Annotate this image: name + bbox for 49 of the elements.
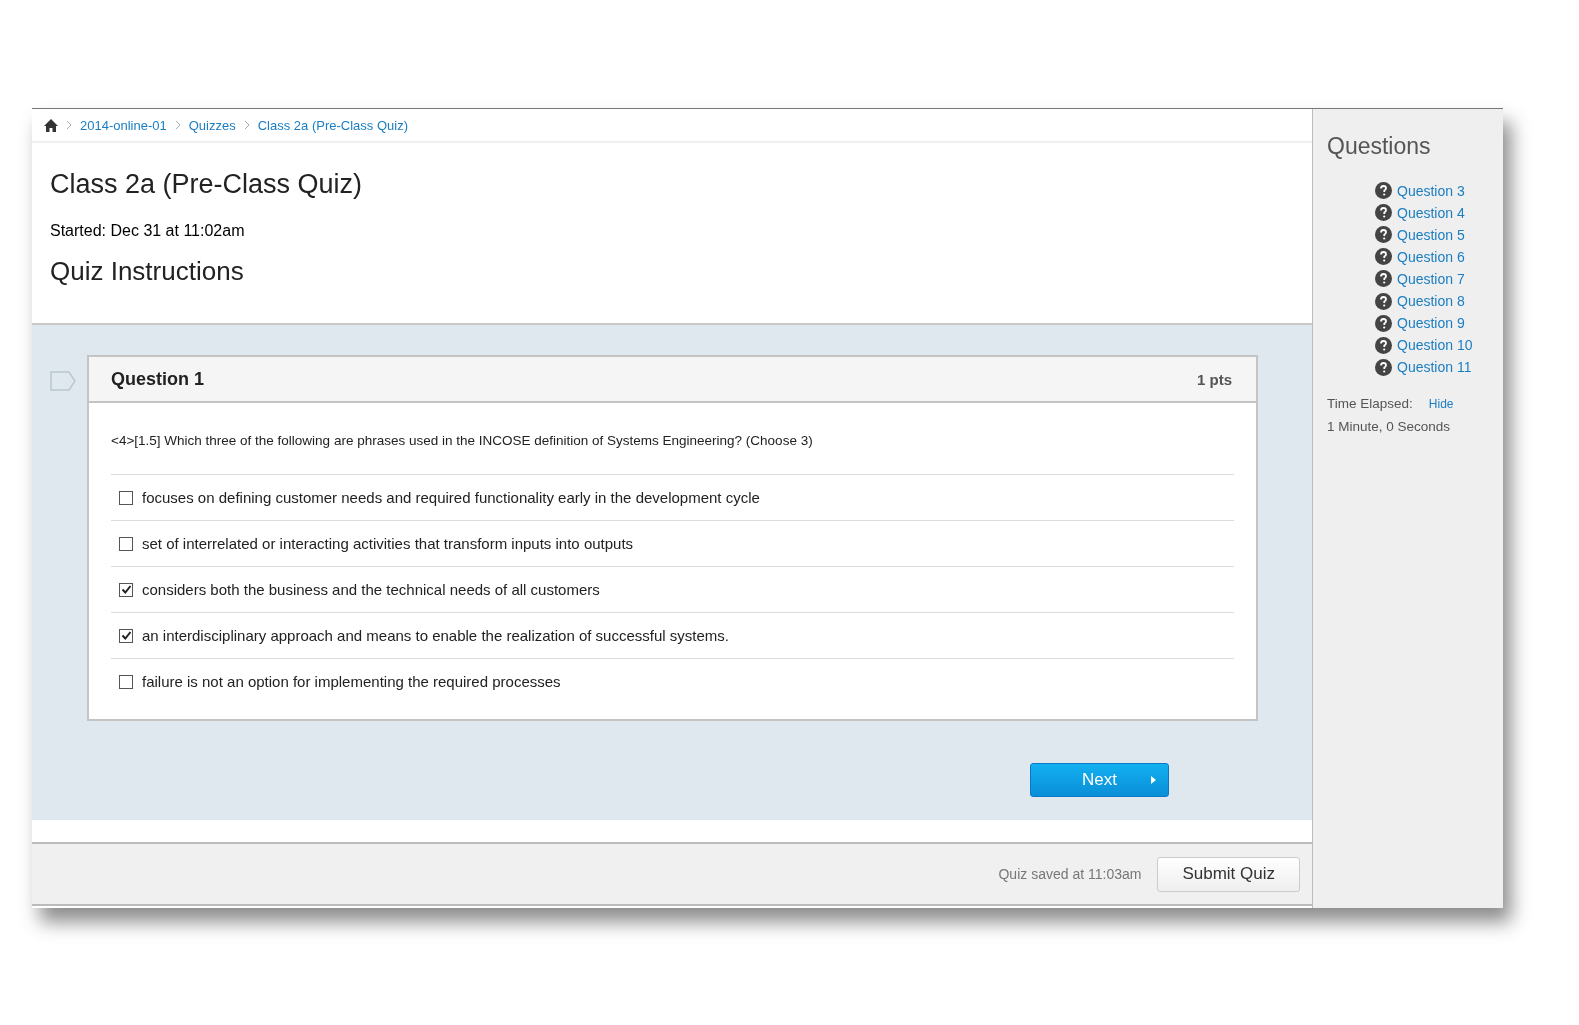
help-icon bbox=[1375, 358, 1392, 376]
help-icon bbox=[1375, 204, 1392, 222]
page-title: Class 2a (Pre-Class Quiz) bbox=[50, 169, 364, 200]
answer-label[interactable]: considers both the business and the technical needs of all customers bbox=[142, 581, 600, 598]
breadcrumb-link[interactable]: Quizzes bbox=[188, 117, 236, 133]
sidebar-title: Questions bbox=[1327, 133, 1432, 160]
answer-label[interactable]: an interdisciplinary approach and means to enable the realization of successful systems. bbox=[142, 627, 729, 644]
help-icon bbox=[1375, 336, 1392, 354]
home-icon[interactable] bbox=[44, 118, 58, 132]
chevron-icon bbox=[66, 120, 72, 130]
checkbox[interactable] bbox=[119, 582, 133, 597]
help-icon bbox=[1375, 226, 1392, 244]
question-link[interactable]: Question 11 bbox=[1397, 359, 1472, 376]
checkbox[interactable] bbox=[119, 490, 133, 505]
question-link[interactable]: Question 4 bbox=[1397, 204, 1465, 221]
question-text: <4>[1.5] Which three of the following are phrases used in the INCOSE definition of Systems Engineering? (Choose 3) bbox=[110, 432, 814, 450]
chevron-icon bbox=[174, 120, 181, 130]
question-link[interactable]: Question 6 bbox=[1397, 248, 1465, 265]
question-link[interactable]: Question 10 bbox=[1397, 337, 1473, 354]
question-title: Question 1 bbox=[111, 368, 204, 390]
answer-label[interactable]: failure is not an option for implementing the required processes bbox=[142, 673, 561, 690]
time-elapsed: 1 Minute, 0 Seconds bbox=[1327, 419, 1452, 434]
next-button[interactable]: Next bbox=[1030, 763, 1169, 797]
points-label: 1 pts bbox=[1197, 370, 1232, 388]
section-heading: Quiz Instructions bbox=[50, 256, 245, 287]
help-icon bbox=[1375, 292, 1392, 310]
question-link[interactable]: Question 9 bbox=[1397, 315, 1465, 332]
checkbox[interactable] bbox=[119, 536, 133, 551]
caret-icon bbox=[1151, 776, 1156, 784]
help-icon bbox=[1375, 314, 1392, 332]
started-time: Started: Dec 31 at 11:02am bbox=[50, 222, 246, 240]
hide-link[interactable]: Hide bbox=[1428, 396, 1454, 411]
answer-label[interactable]: focuses on defining customer needs and required functionality early in the development cycle bbox=[142, 489, 760, 506]
question-link[interactable]: Question 7 bbox=[1397, 271, 1465, 287]
help-icon bbox=[1375, 270, 1392, 288]
help-icon bbox=[1375, 182, 1392, 200]
breadcrumb-link[interactable]: 2014-online-01 bbox=[80, 117, 167, 133]
checkbox[interactable] bbox=[119, 628, 133, 643]
question-link[interactable]: Question 5 bbox=[1397, 226, 1465, 243]
answer-label[interactable]: set of interrelated or interacting activities that transform inputs into outputs bbox=[142, 535, 634, 552]
question-link[interactable]: Question 3 bbox=[1397, 182, 1465, 199]
question-link[interactable]: Question 8 bbox=[1397, 293, 1465, 310]
submit-button[interactable]: Submit Quiz bbox=[1157, 856, 1300, 892]
help-icon bbox=[1375, 248, 1392, 266]
breadcrumb-link[interactable]: Class 2a (Pre-Class Quiz) bbox=[257, 117, 408, 133]
checkbox[interactable] bbox=[119, 674, 133, 689]
chevron-icon bbox=[243, 120, 250, 130]
save-status: Quiz saved at 11:03am bbox=[998, 866, 1142, 882]
time-label: Time Elapsed: bbox=[1327, 396, 1413, 411]
